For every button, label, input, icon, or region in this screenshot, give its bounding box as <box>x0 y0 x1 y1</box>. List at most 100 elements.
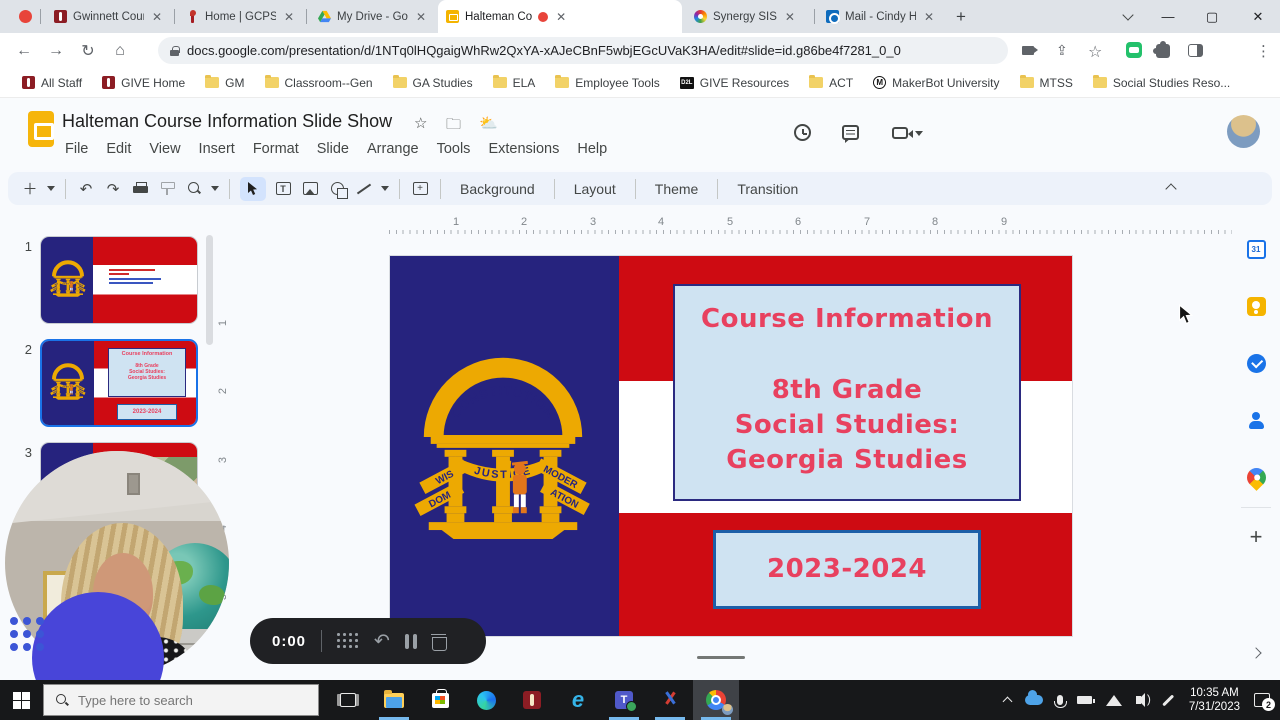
window-restore-button[interactable]: ▢ <box>1192 0 1232 33</box>
tab-outlook-mail[interactable]: Mail - Cindy Halte ✕ <box>818 0 944 33</box>
slide-canvas[interactable]: Course Information 8th Grade Social Stud… <box>389 255 1073 637</box>
comments-icon[interactable] <box>842 125 859 143</box>
menu-view[interactable]: View <box>140 138 189 160</box>
extension-robot-icon[interactable] <box>1126 42 1144 60</box>
teams-button[interactable]: T <box>601 680 647 720</box>
move-to-folder-icon[interactable]: 🗀 <box>446 114 461 139</box>
side-panel-icon[interactable] <box>1188 44 1206 62</box>
volume-icon[interactable] <box>1135 692 1151 707</box>
tab-search-chevron[interactable] <box>1108 0 1148 33</box>
search-input[interactable] <box>78 692 288 708</box>
menu-extensions[interactable]: Extensions <box>479 138 568 160</box>
share-page-icon[interactable]: ⇪ <box>1056 42 1074 60</box>
new-tab-button[interactable]: + <box>948 0 978 33</box>
notification-center-icon[interactable]: 2 <box>1254 693 1275 711</box>
bookmark-ga-studies[interactable]: GA Studies <box>385 73 481 93</box>
meet-presentation-button[interactable] <box>892 127 923 139</box>
contacts-icon[interactable] <box>1247 411 1266 430</box>
bookmark-star-icon[interactable]: ☆ <box>1088 42 1106 61</box>
print-button[interactable] <box>130 177 150 201</box>
address-bar[interactable]: docs.google.com/presentation/d/1NTq0lHQg… <box>158 37 1008 64</box>
drag-handle-icon[interactable] <box>337 633 359 649</box>
file-explorer-button[interactable] <box>371 680 417 720</box>
get-add-ons-button[interactable]: + <box>1250 526 1263 548</box>
forward-button[interactable]: → <box>40 42 72 60</box>
menu-help[interactable]: Help <box>568 138 616 160</box>
tab-close-icon[interactable]: ✕ <box>282 9 296 25</box>
bookmark-ela[interactable]: ELA <box>485 73 544 93</box>
edge-button[interactable] <box>463 680 509 720</box>
undo-button[interactable]: ↶ <box>76 177 96 201</box>
filmstrip-scrollbar[interactable] <box>206 235 213 345</box>
tray-overflow-chevron[interactable] <box>1002 696 1013 707</box>
slide-title-textbox[interactable]: Course Information 8th Grade Social Stud… <box>673 284 1021 501</box>
hide-side-panel-chevron[interactable] <box>1250 644 1262 662</box>
insert-line-button[interactable] <box>354 177 374 201</box>
tab-halteman-slides-active[interactable]: Halteman Co ✕ <box>438 0 682 33</box>
chrome-button-active[interactable] <box>693 680 739 720</box>
bookmark-employee-tools[interactable]: Employee Tools <box>547 73 668 93</box>
browser-menu-kebab-icon[interactable]: ⋮ <box>1256 42 1274 60</box>
window-close-button[interactable]: ✕ <box>1238 0 1278 33</box>
document-title[interactable]: Halteman Course Information Slide Show <box>62 111 392 132</box>
zoom-button[interactable] <box>184 177 204 201</box>
new-slide-button[interactable]: ＋ <box>20 177 40 201</box>
menu-file[interactable]: File <box>56 138 97 160</box>
transition-button[interactable]: Transition <box>728 177 807 201</box>
task-view-button[interactable] <box>325 680 371 720</box>
insert-image-button[interactable] <box>300 177 320 201</box>
text-box-button[interactable]: T <box>273 177 293 201</box>
star-document-icon[interactable]: ☆ <box>414 114 427 132</box>
zoom-chevron[interactable] <box>211 186 219 191</box>
pause-recording-icon[interactable] <box>404 633 417 649</box>
menu-format[interactable]: Format <box>244 138 308 160</box>
insert-shape-button[interactable] <box>327 177 348 201</box>
webcam-drag-handle-icon[interactable] <box>10 617 49 656</box>
menu-edit[interactable]: Edit <box>97 138 140 160</box>
start-button[interactable] <box>13 691 30 709</box>
battery-icon[interactable] <box>1076 696 1095 704</box>
microsoft-store-button[interactable] <box>417 680 463 720</box>
tab-close-icon[interactable]: ✕ <box>922 9 936 25</box>
restart-recording-icon[interactable]: ↶ <box>374 632 390 651</box>
line-chevron[interactable] <box>381 186 389 191</box>
bookmark-all-staff[interactable]: All Staff <box>14 73 90 93</box>
tab-close-icon[interactable]: ✕ <box>150 9 164 25</box>
pen-icon[interactable] <box>1161 694 1174 706</box>
calendar-icon[interactable]: 31 <box>1246 240 1266 259</box>
background-button[interactable]: Background <box>451 177 544 201</box>
bookmark-social-studies[interactable]: Social Studies Reso... <box>1085 73 1238 93</box>
window-minimize-button[interactable]: — <box>1148 0 1188 33</box>
menu-slide[interactable]: Slide <box>308 138 358 160</box>
internet-explorer-button[interactable]: e <box>555 680 601 720</box>
keep-icon[interactable] <box>1246 297 1266 316</box>
bookmark-classroom-gen[interactable]: Classroom--Gen <box>257 73 381 93</box>
delete-recording-icon[interactable] <box>430 633 447 651</box>
hide-menus-chevron[interactable] <box>1165 182 1177 195</box>
clock[interactable]: 10:35 AM 7/31/2023 <box>1189 686 1240 714</box>
layout-button[interactable]: Layout <box>565 177 625 201</box>
redo-button[interactable]: ↷ <box>103 177 123 201</box>
new-slide-chevron[interactable] <box>47 186 55 191</box>
home-button[interactable]: ⌂ <box>104 42 136 60</box>
bookmark-gm[interactable]: GM <box>197 73 252 93</box>
taskbar-search[interactable] <box>43 684 319 716</box>
tasks-icon[interactable] <box>1246 354 1266 373</box>
bookmark-makerbot[interactable]: M MakerBot University <box>865 73 1007 93</box>
paint-format-button[interactable] <box>157 177 177 201</box>
tab-close-icon[interactable]: ✕ <box>554 9 568 25</box>
bookmark-give-home[interactable]: GIVE Home <box>94 73 193 93</box>
tab-close-icon[interactable]: ✕ <box>783 9 797 25</box>
tab-my-drive[interactable]: My Drive - Google ✕ <box>310 0 436 33</box>
bookmark-give-resources[interactable]: D2L GIVE Resources <box>672 73 797 93</box>
extensions-puzzle-icon[interactable] <box>1153 41 1174 62</box>
microphone-icon[interactable] <box>1054 695 1068 708</box>
maps-icon[interactable] <box>1242 464 1270 491</box>
slide-thumbnail-2-selected[interactable]: Course Information 8th Grade Social Stud… <box>40 339 198 427</box>
select-tool-button[interactable] <box>240 176 266 201</box>
tab-capture-icon[interactable] <box>1022 42 1040 60</box>
theme-button[interactable]: Theme <box>646 177 708 201</box>
menu-tools[interactable]: Tools <box>428 138 480 160</box>
cloud-status-icon[interactable]: ⛅ <box>479 114 498 132</box>
menu-insert[interactable]: Insert <box>190 138 244 160</box>
